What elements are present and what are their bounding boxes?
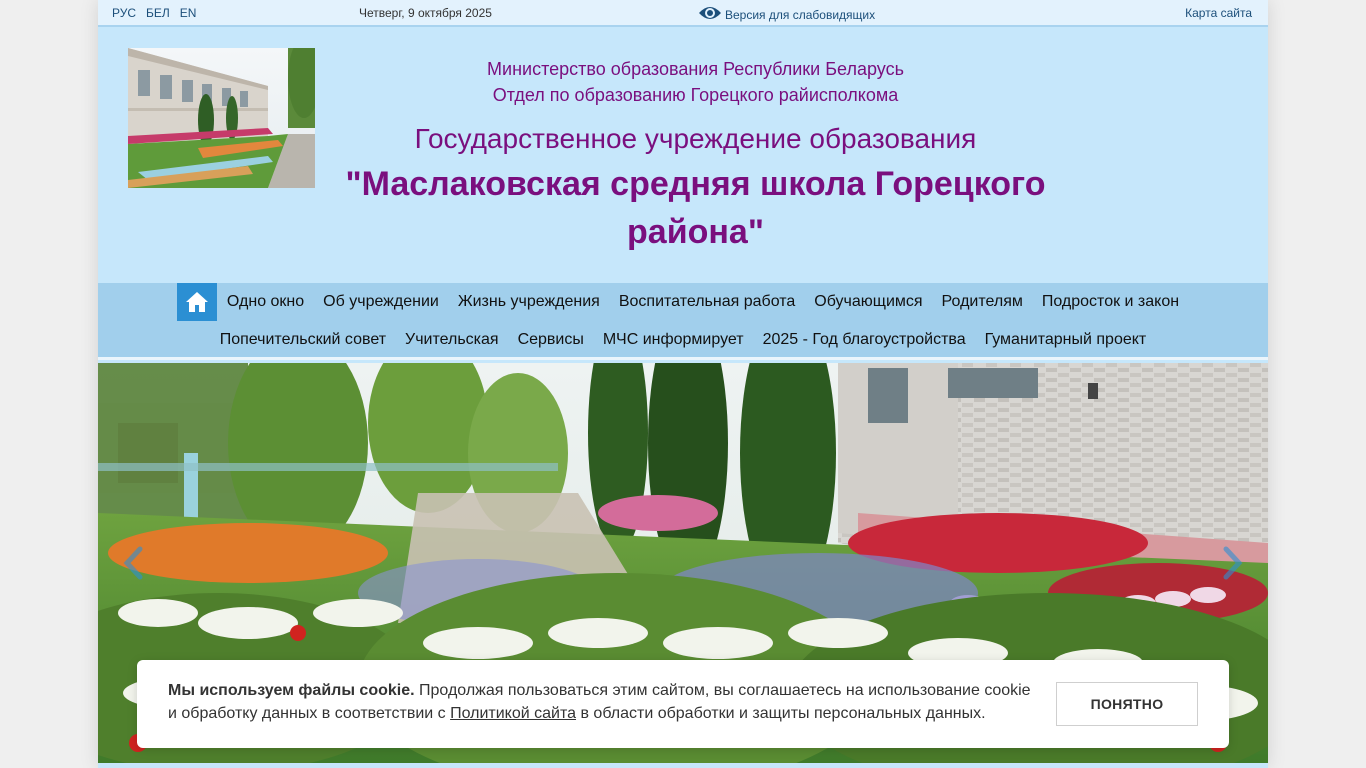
top-bar: РУС БЕЛ EN Четверг, 9 октября 2025 Верси…	[98, 0, 1268, 27]
nav-item-upbringing[interactable]: Воспитательная работа	[609, 283, 804, 321]
lang-en-link[interactable]: EN	[180, 6, 197, 20]
organization-type: Государственное учреждение образования	[414, 123, 977, 154]
nav-item-year-2025[interactable]: 2025 - Год благоустройства	[753, 321, 975, 359]
nav-item-students[interactable]: Обучающимся	[805, 283, 932, 321]
low-vision-label: Версия для слабовидящих	[725, 8, 876, 22]
slider-prev-button[interactable]	[118, 543, 148, 583]
nav-item-emergency[interactable]: МЧС информирует	[593, 321, 753, 359]
school-building-photo	[128, 48, 315, 188]
cookie-accept-button[interactable]: ПОНЯТНО	[1056, 682, 1198, 726]
nav-item-life[interactable]: Жизнь учреждения	[448, 283, 609, 321]
site-container: РУС БЕЛ EN Четверг, 9 октября 2025 Верси…	[98, 0, 1268, 768]
lang-ru-link[interactable]: РУС	[112, 6, 136, 20]
ministry-title: Министерство образования Республики Бела…	[487, 59, 904, 79]
cookie-text-part-2: в области обработки и защиты персональны…	[576, 705, 986, 722]
nav-item-teachers[interactable]: Учительская	[396, 321, 509, 359]
nav-item-about[interactable]: Об учреждении	[314, 283, 449, 321]
language-switcher: РУС БЕЛ EN	[112, 6, 196, 20]
nav-item-humanitarian[interactable]: Гуманитарный проект	[975, 321, 1156, 359]
school-name: "Маслаковская средняя школа Горецкого ра…	[345, 165, 1046, 251]
main-navigation: Одно окно Об учреждении Жизнь учреждения…	[98, 283, 1268, 360]
nav-item-parents[interactable]: Родителям	[932, 283, 1032, 321]
site-policy-link[interactable]: Политикой сайта	[450, 705, 576, 722]
chevron-right-icon	[1223, 546, 1243, 580]
nav-item-services[interactable]: Сервисы	[508, 321, 593, 359]
cookie-text: Мы используем файлы cookie. Продолжая по…	[168, 679, 1043, 725]
lang-be-link[interactable]: БЕЛ	[146, 6, 170, 20]
cookie-banner: Мы используем файлы cookie. Продолжая по…	[137, 660, 1229, 748]
chevron-left-icon	[123, 546, 143, 580]
department-title: Отдел по образованию Горецкого райисполк…	[492, 85, 899, 105]
home-button[interactable]	[177, 283, 218, 321]
cookie-title: Мы используем файлы cookie.	[168, 682, 415, 699]
eye-icon	[699, 7, 721, 19]
nav-row-1: Одно окно Об учреждении Жизнь учреждения…	[98, 283, 1268, 321]
nav-item-trustees[interactable]: Попечительский совет	[210, 321, 395, 359]
current-date: Четверг, 9 октября 2025	[359, 6, 492, 20]
nav-item-one-window[interactable]: Одно окно	[217, 283, 313, 321]
home-icon	[186, 292, 209, 312]
low-vision-version-link[interactable]: Версия для слабовидящих	[698, 3, 875, 23]
nav-row-2: Попечительский совет Учительская Сервисы…	[98, 321, 1268, 359]
site-header: Министерство образования Республики Бела…	[98, 27, 1268, 283]
sitemap-link[interactable]: Карта сайта	[1185, 6, 1252, 20]
slider-next-button[interactable]	[1218, 543, 1248, 583]
nav-item-teen-law[interactable]: Подросток и закон	[1032, 283, 1188, 321]
